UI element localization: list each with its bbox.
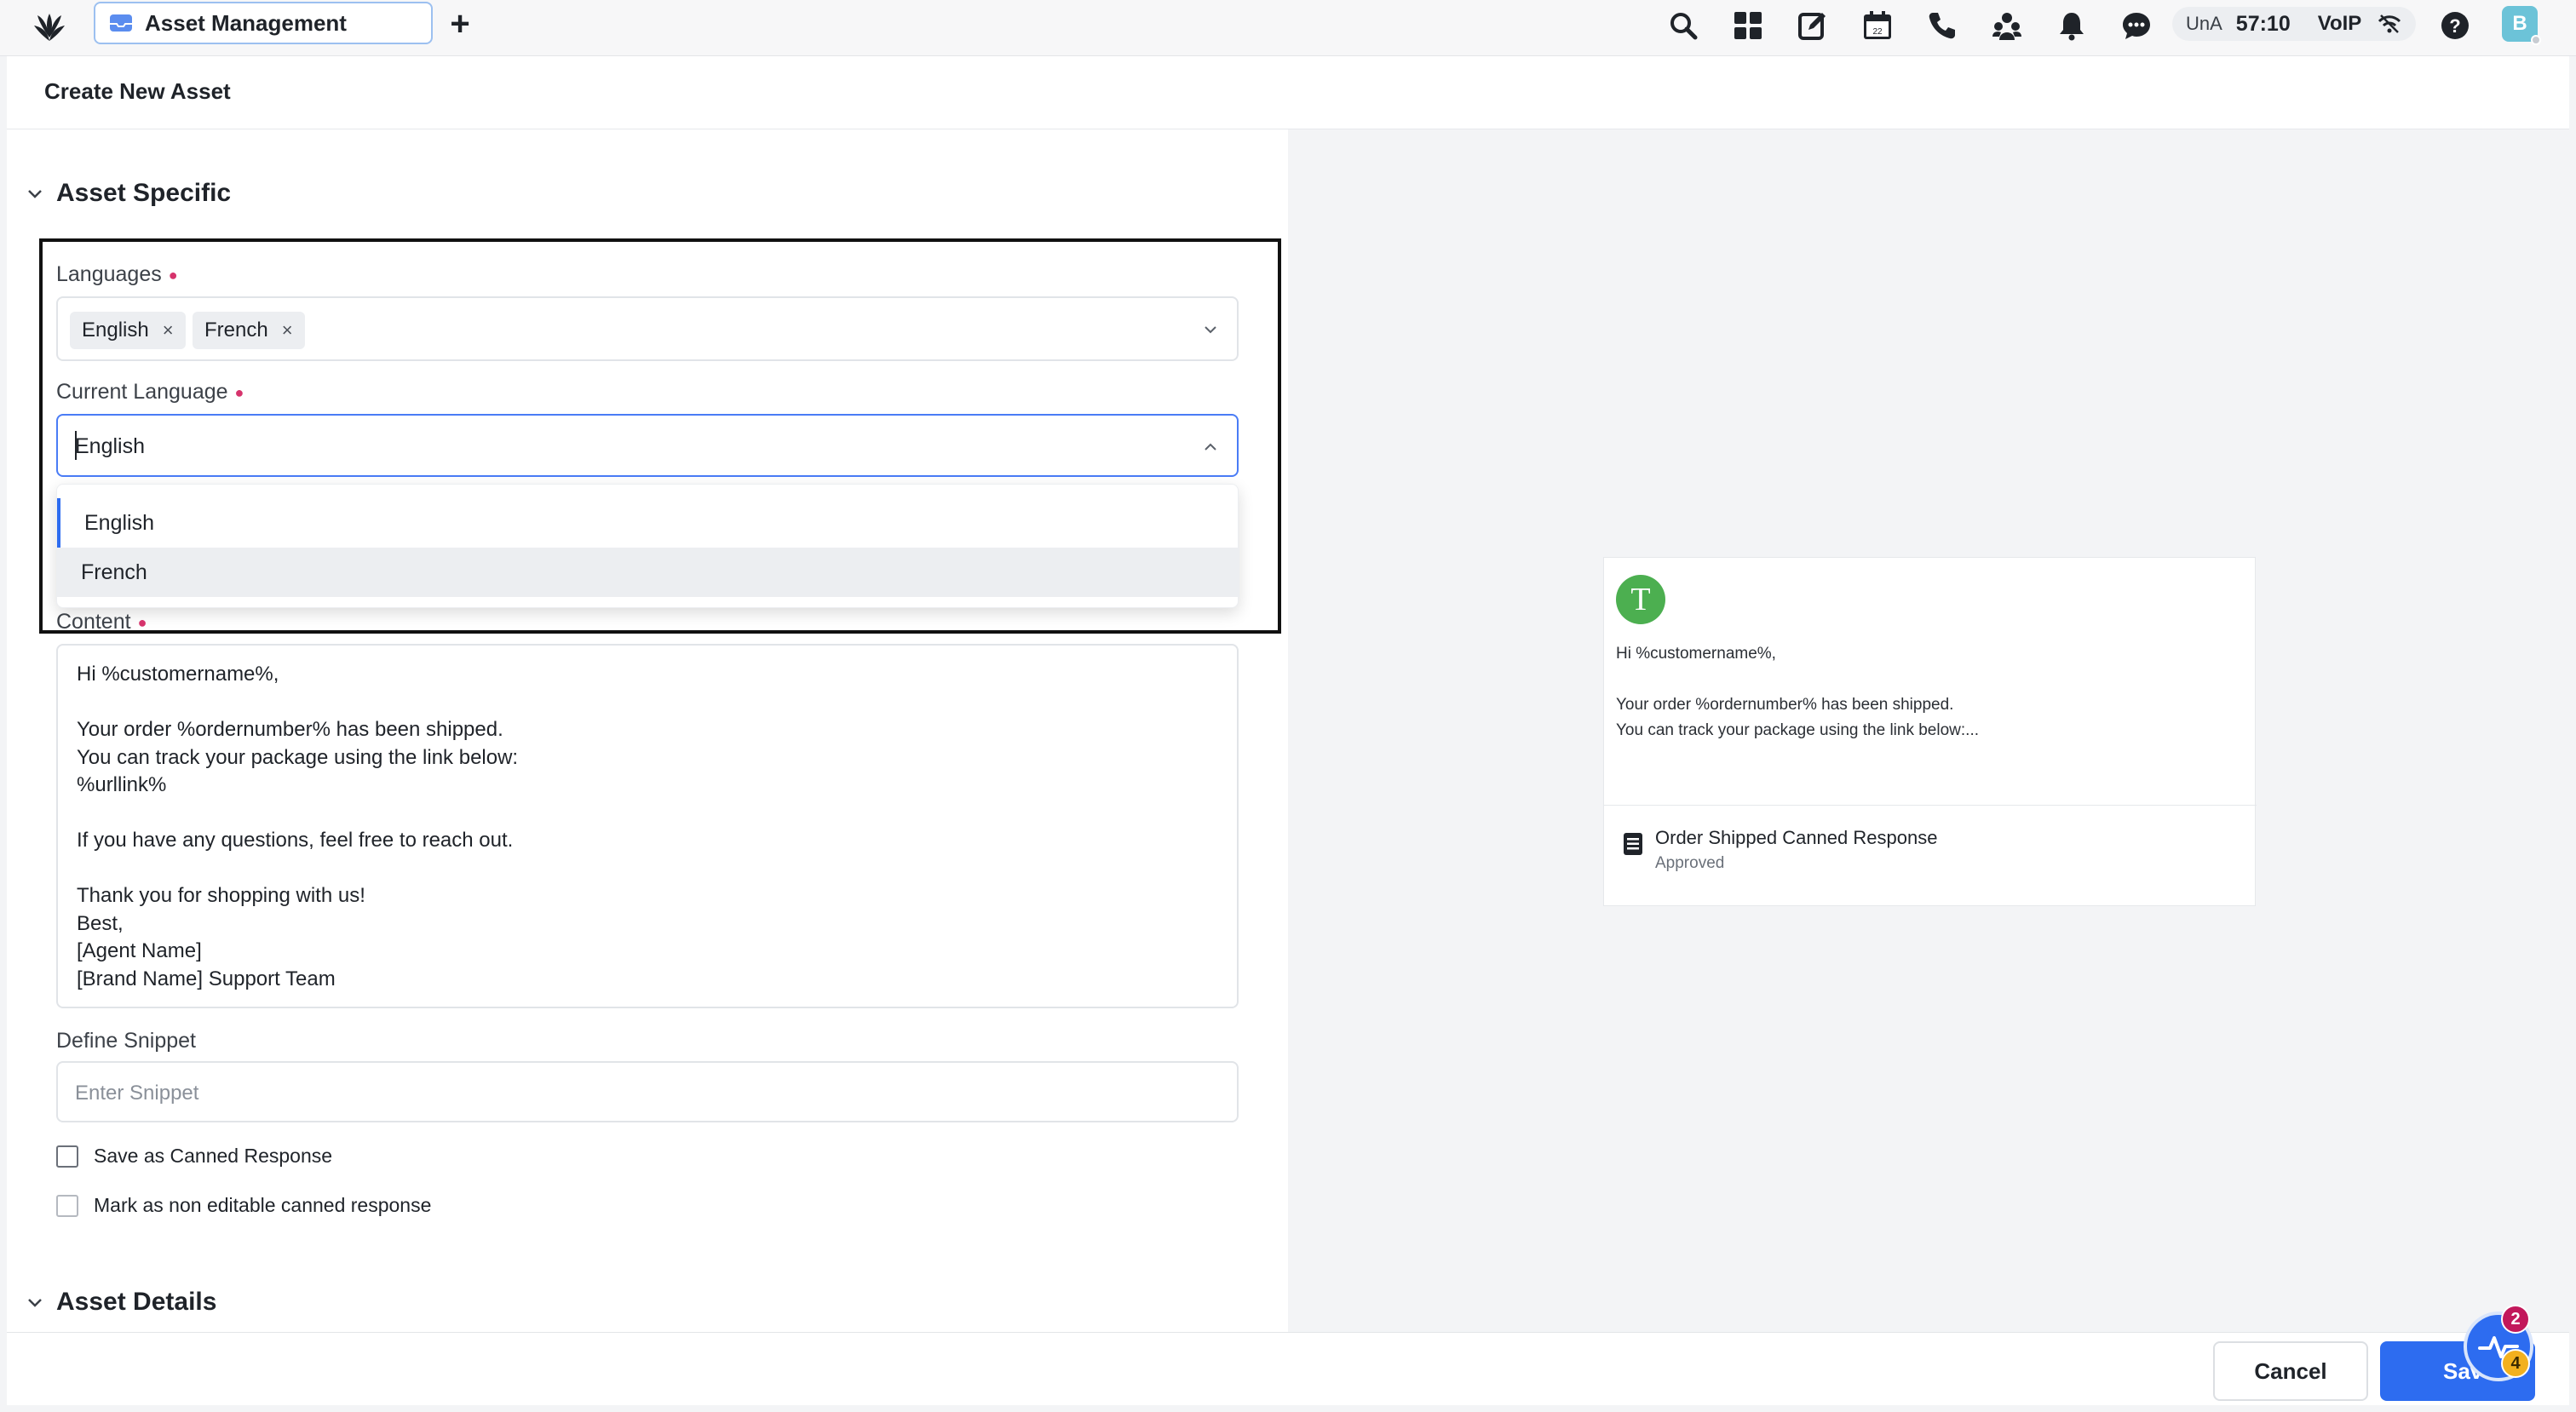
svg-text:22: 22	[1872, 27, 1883, 37]
section-title: Asset Details	[56, 1288, 217, 1316]
voip-label: VoIP	[2317, 12, 2362, 35]
preview-panel: T Hi %customername%, Your order %ordernu…	[1288, 129, 2569, 1332]
divider	[1604, 805, 2257, 806]
form-footer: Cancel Save	[7, 1332, 2569, 1405]
dropdown-option-english[interactable]: English	[57, 498, 1239, 548]
save-canned-row[interactable]: Save as Canned Response	[56, 1145, 332, 1168]
section-asset-specific[interactable]: Asset Specific	[26, 179, 231, 208]
languages-multiselect[interactable]: English × French ×	[56, 296, 1239, 361]
section-title: Asset Specific	[56, 179, 232, 207]
tab-label: Asset Management	[145, 9, 347, 36]
required-dot: ●	[137, 613, 147, 631]
languages-label: Languages ●	[56, 262, 178, 286]
remove-chip-icon[interactable]: ×	[282, 319, 293, 342]
remove-chip-icon[interactable]: ×	[163, 319, 174, 342]
presence-dot	[2531, 35, 2541, 45]
chevron-down-icon	[26, 184, 44, 203]
top-bar: Asset Management + 22 UnA 57:10 VoIP ? B	[0, 0, 2576, 56]
preview-asset-status: Approved	[1655, 854, 1725, 872]
language-chip-english: English ×	[70, 312, 186, 349]
add-tab-button[interactable]: +	[445, 7, 475, 41]
status-timer: 57:10	[2235, 11, 2291, 36]
page-header: Create New Asset	[7, 56, 2569, 129]
snippet-label: Define Snippet	[56, 1029, 197, 1053]
user-avatar[interactable]: B	[2502, 6, 2541, 45]
section-asset-details[interactable]: Asset Details	[26, 1288, 216, 1317]
notification-badge: 4	[2501, 1349, 2530, 1378]
cancel-button[interactable]: Cancel	[2213, 1341, 2368, 1401]
inbox-tray-icon	[109, 14, 133, 32]
snippet-field[interactable]	[56, 1061, 1239, 1122]
required-dot: ●	[234, 383, 244, 401]
agent-status-pill[interactable]: UnA 57:10 VoIP	[2172, 7, 2416, 41]
language-chip-french: French ×	[193, 312, 305, 349]
compose-icon[interactable]	[1794, 7, 1831, 44]
save-canned-label: Save as Canned Response	[94, 1145, 333, 1167]
page-title: Create New Asset	[44, 78, 231, 104]
content-editor[interactable]: Hi %customername%, Your order %ordernumb…	[56, 644, 1239, 1008]
search-icon[interactable]	[1665, 7, 1702, 44]
help-icon[interactable]: ?	[2436, 7, 2474, 44]
chevron-down-icon[interactable]	[1201, 320, 1220, 339]
bell-icon[interactable]	[2053, 7, 2090, 44]
calendar-icon[interactable]: 22	[1859, 7, 1896, 44]
app-logo-icon[interactable]	[29, 7, 70, 48]
save-canned-checkbox[interactable]	[56, 1145, 78, 1168]
apps-grid-icon[interactable]	[1729, 7, 1767, 44]
preview-message: Hi %customername%, Your order %ordernumb…	[1616, 645, 1979, 739]
phone-icon[interactable]	[1923, 7, 1961, 44]
chat-bubble-icon[interactable]	[2118, 7, 2155, 44]
notification-badge: 2	[2501, 1305, 2530, 1334]
snippet-input[interactable]	[75, 1078, 1216, 1109]
document-icon	[1623, 832, 1643, 856]
current-language-value: English	[75, 434, 145, 458]
required-dot: ●	[168, 266, 178, 284]
svg-text:?: ?	[2449, 15, 2460, 37]
availability-status: UnA	[2186, 13, 2222, 34]
wifi-off-icon	[2377, 11, 2402, 37]
content-label: Content ●	[56, 610, 147, 634]
chevron-up-icon[interactable]	[1201, 438, 1220, 456]
non-editable-checkbox[interactable]	[56, 1194, 78, 1217]
tab-asset-management[interactable]: Asset Management	[94, 2, 433, 44]
non-editable-label: Mark as non editable canned response	[94, 1194, 432, 1216]
asset-form-panel: Asset Specific Languages ● English × Fren…	[7, 129, 1288, 1332]
chevron-down-icon	[26, 1293, 44, 1312]
non-editable-row[interactable]: Mark as non editable canned response	[56, 1194, 431, 1217]
current-language-dropdown: English French	[56, 484, 1239, 608]
preview-avatar: T	[1616, 575, 1665, 624]
current-language-select[interactable]: English	[56, 414, 1239, 477]
current-language-label: Current Language ●	[56, 380, 244, 404]
dropdown-option-french[interactable]: French	[57, 548, 1239, 597]
agents-group-icon[interactable]	[1988, 7, 2026, 44]
preview-asset-name: Order Shipped Canned Response	[1655, 827, 1938, 848]
preview-card: T Hi %customername%, Your order %ordernu…	[1603, 557, 2257, 906]
